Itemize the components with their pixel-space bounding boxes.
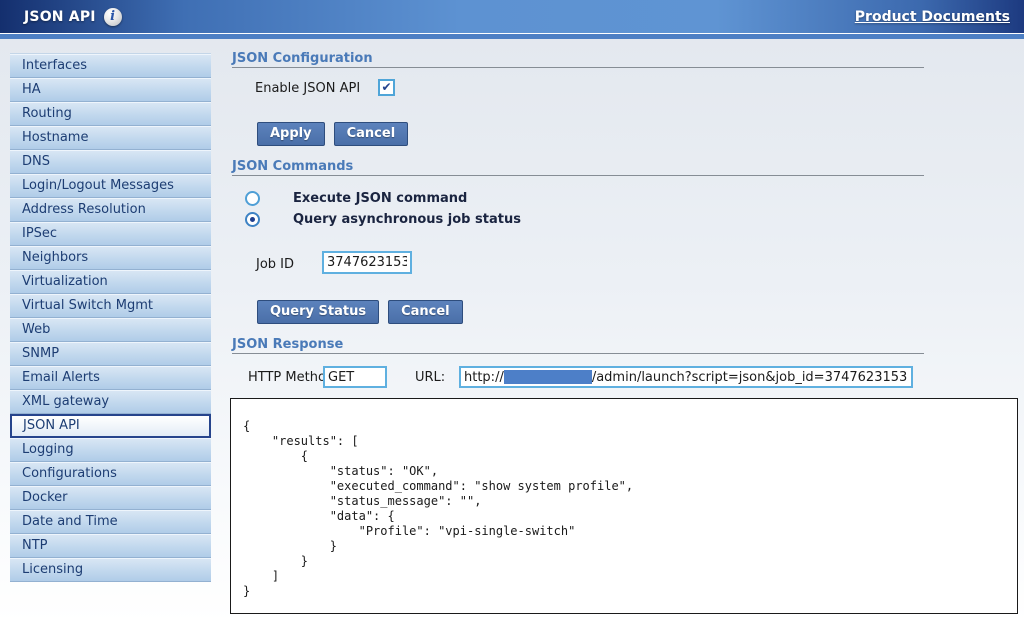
- sidebar-item-date-and-time[interactable]: Date and Time: [10, 510, 211, 534]
- sidebar-item-login-logout-messages[interactable]: Login/Logout Messages: [10, 174, 211, 198]
- url-label: URL:: [415, 370, 445, 385]
- url-suffix-text: /admin/launch?script=json&job_id=3747623…: [592, 370, 907, 385]
- enable-json-api-checkbox[interactable]: ✔: [378, 79, 395, 96]
- section-rule: [232, 67, 924, 68]
- radio-execute-json-command[interactable]: [245, 191, 260, 206]
- sidebar-item-dns[interactable]: DNS: [10, 150, 211, 174]
- url-prefix-text: http://: [464, 370, 504, 385]
- radio-label-query-asynchronous-job-status[interactable]: Query asynchronous job status: [293, 212, 521, 227]
- sidebar-item-snmp[interactable]: SNMP: [10, 342, 211, 366]
- section-title-json-commands: JSON Commands: [232, 159, 353, 174]
- page-title-text: JSON API: [24, 9, 96, 25]
- url-redacted-host: [504, 370, 592, 384]
- url-input[interactable]: http:// /admin/launch?script=json&job_id=…: [459, 366, 913, 388]
- radio-label-execute-json-command[interactable]: Execute JSON command: [293, 191, 467, 206]
- job-id-label: Job ID: [256, 257, 294, 272]
- section-title-json-response: JSON Response: [232, 337, 343, 352]
- json-api-page: JSON API i Product Documents InterfacesH…: [0, 0, 1024, 623]
- sidebar-item-docker[interactable]: Docker: [10, 486, 211, 510]
- radio-group: Execute JSON command Query asynchronous j…: [245, 188, 521, 230]
- info-icon[interactable]: i: [104, 8, 122, 26]
- apply-button[interactable]: Apply: [257, 122, 325, 146]
- section-rule: [232, 353, 924, 354]
- top-bar: JSON API i Product Documents: [0, 0, 1024, 33]
- product-documents-link[interactable]: Product Documents: [855, 9, 1010, 25]
- sidebar-item-hostname[interactable]: Hostname: [10, 126, 211, 150]
- http-method-input[interactable]: [323, 366, 387, 388]
- sidebar-item-json-api[interactable]: JSON API: [10, 414, 211, 438]
- radio-row-execute-json-command: Execute JSON command: [245, 188, 521, 209]
- section-rule: [232, 175, 924, 176]
- sidebar-item-ha[interactable]: HA: [10, 78, 211, 102]
- sidebar-item-web[interactable]: Web: [10, 318, 211, 342]
- sidebar: InterfacesHARoutingHostnameDNSLogin/Logo…: [10, 53, 211, 582]
- radio-row-query-asynchronous-job-status: Query asynchronous job status: [245, 209, 521, 230]
- sidebar-item-ipsec[interactable]: IPSec: [10, 222, 211, 246]
- query-status-button[interactable]: Query Status: [257, 300, 379, 324]
- checkmark-icon: ✔: [381, 80, 391, 94]
- sidebar-item-virtual-switch-mgmt[interactable]: Virtual Switch Mgmt: [10, 294, 211, 318]
- query-buttons: Query Status Cancel: [257, 300, 463, 324]
- sidebar-item-virtualization[interactable]: Virtualization: [10, 270, 211, 294]
- page-title: JSON API i: [24, 8, 122, 26]
- job-id-input[interactable]: [322, 251, 412, 274]
- sidebar-item-logging[interactable]: Logging: [10, 438, 211, 462]
- sidebar-item-interfaces[interactable]: Interfaces: [10, 54, 211, 78]
- sidebar-item-xml-gateway[interactable]: XML gateway: [10, 390, 211, 414]
- sidebar-item-ntp[interactable]: NTP: [10, 534, 211, 558]
- radio-query-asynchronous-job-status[interactable]: [245, 212, 260, 227]
- sidebar-item-routing[interactable]: Routing: [10, 102, 211, 126]
- cancel-button[interactable]: Cancel: [334, 122, 409, 146]
- sidebar-item-email-alerts[interactable]: Email Alerts: [10, 366, 211, 390]
- sidebar-item-neighbors[interactable]: Neighbors: [10, 246, 211, 270]
- enable-json-api-label: Enable JSON API: [255, 81, 360, 96]
- topbar-accent-strip: [0, 33, 1024, 39]
- query-cancel-button[interactable]: Cancel: [388, 300, 463, 324]
- json-response-textarea[interactable]: { "results": [ { "status": "OK", "execut…: [230, 398, 1018, 614]
- sidebar-item-configurations[interactable]: Configurations: [10, 462, 211, 486]
- sidebar-item-address-resolution[interactable]: Address Resolution: [10, 198, 211, 222]
- sidebar-item-licensing[interactable]: Licensing: [10, 558, 211, 582]
- configuration-buttons: Apply Cancel: [257, 122, 408, 146]
- section-title-json-configuration: JSON Configuration: [232, 51, 373, 66]
